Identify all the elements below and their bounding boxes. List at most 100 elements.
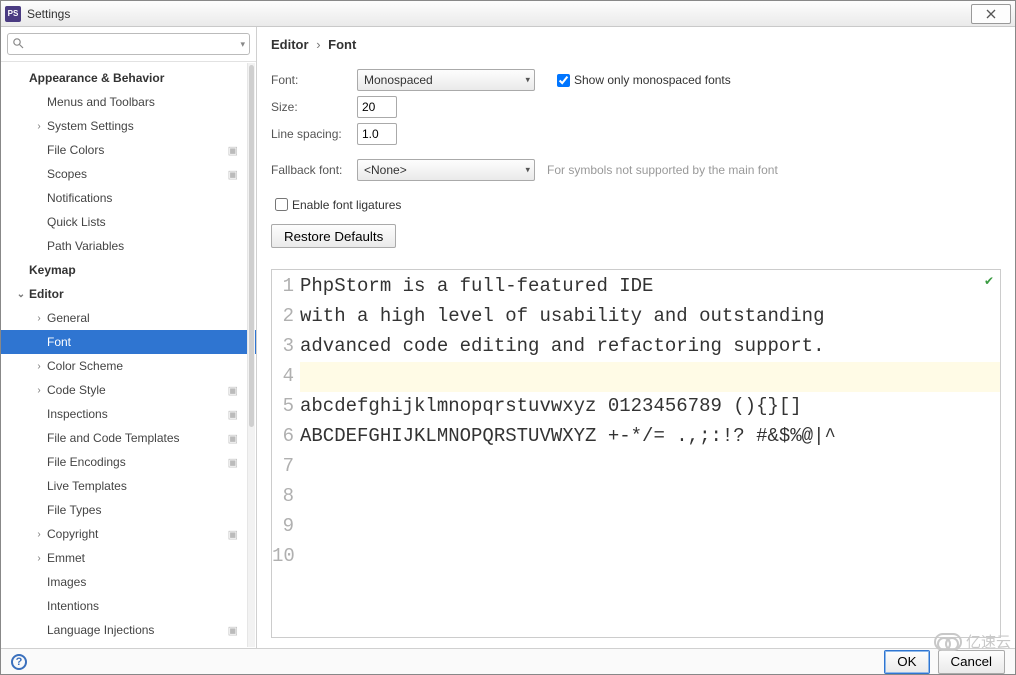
chevron-down-icon: ▾: [240, 39, 245, 50]
mono-only-checkbox[interactable]: [557, 74, 570, 87]
mono-checkbox-label[interactable]: Show only monospaced fonts: [553, 71, 731, 90]
chevron-right-icon: ›: [33, 121, 45, 132]
size-input[interactable]: [357, 96, 397, 118]
search-input[interactable]: [27, 36, 240, 52]
ligatures-checkbox[interactable]: [275, 198, 288, 211]
tree-item-path-variables[interactable]: ›Path Variables: [1, 234, 256, 258]
tree-scroll-thumb[interactable]: [249, 65, 254, 427]
gutter-line-number: 4: [272, 362, 294, 392]
tree-item-label: Notifications: [47, 191, 238, 205]
preview-line: advanced code editing and refactoring su…: [300, 332, 1000, 362]
preview-line: with a high level of usability and outst…: [300, 302, 1000, 332]
project-scope-icon: ▣: [228, 384, 238, 397]
close-icon: [985, 9, 997, 19]
preview-line: [300, 542, 1000, 572]
chevron-right-icon: ›: [33, 361, 45, 372]
tree-item-label: Editor: [29, 287, 238, 301]
preview-line: PhpStorm is a full-featured IDE: [300, 272, 1000, 302]
project-scope-icon: ▣: [228, 528, 238, 541]
tree-item-label: Quick Lists: [47, 215, 238, 229]
gutter-line-number: 9: [272, 512, 294, 542]
chevron-right-icon: ›: [33, 529, 45, 540]
preview-line: ABCDEFGHIJKLMNOPQRSTUVWXYZ +-*/= .,;:!? …: [300, 422, 1000, 452]
tree-item-emmet[interactable]: ›Emmet: [1, 546, 256, 570]
close-window-button[interactable]: [971, 4, 1011, 24]
tree-item-file-colors[interactable]: ›File Colors▣: [1, 138, 256, 162]
ligatures-text: Enable font ligatures: [292, 198, 401, 212]
line-spacing-input[interactable]: [357, 123, 397, 145]
settings-tree: ›Appearance & Behavior›Menus and Toolbar…: [1, 62, 256, 648]
project-scope-icon: ▣: [228, 456, 238, 469]
font-form: Font: Monospaced ▾ Show only monospaced …: [257, 60, 1015, 263]
tree-scrollbar[interactable]: [247, 63, 255, 647]
preview-lines[interactable]: PhpStorm is a full-featured IDEwith a hi…: [300, 270, 1000, 637]
restore-defaults-label: Restore Defaults: [284, 229, 383, 244]
tree-item-notifications[interactable]: ›Notifications: [1, 186, 256, 210]
tree-item-keymap[interactable]: ›Keymap: [1, 258, 256, 282]
mono-only-text: Show only monospaced fonts: [574, 73, 731, 87]
tree-item-images[interactable]: ›Images: [1, 570, 256, 594]
cancel-button[interactable]: Cancel: [938, 650, 1006, 674]
fallback-label: Fallback font:: [271, 163, 357, 177]
tree-item-language-injections[interactable]: ›Language Injections▣: [1, 618, 256, 642]
tree-item-label: Language Injections: [47, 623, 222, 637]
ok-button[interactable]: OK: [884, 650, 929, 674]
project-scope-icon: ▣: [228, 168, 238, 181]
tree-item-system-settings[interactable]: ›System Settings: [1, 114, 256, 138]
fallback-font-value: <None>: [364, 163, 407, 177]
fallback-font-select[interactable]: <None> ▾: [357, 159, 535, 181]
tree-item-color-scheme[interactable]: ›Color Scheme: [1, 354, 256, 378]
settings-window: PS Settings ▾ ›Appearance & Behavior›Men…: [0, 0, 1016, 675]
tree-item-intentions[interactable]: ›Intentions: [1, 594, 256, 618]
gutter-line-number: 5: [272, 392, 294, 422]
font-select-value: Monospaced: [364, 73, 433, 87]
tree-item-copyright[interactable]: ›Copyright ▣: [1, 522, 256, 546]
tree-item-scopes[interactable]: ›Scopes▣: [1, 162, 256, 186]
preview-line: [300, 452, 1000, 482]
tree-item-quick-lists[interactable]: ›Quick Lists: [1, 210, 256, 234]
tree-item-label: Images: [47, 575, 238, 589]
tree-item-file-and-code-templates[interactable]: ›File and Code Templates▣: [1, 426, 256, 450]
app-icon: PS: [5, 6, 21, 22]
preview-gutter: 12345678910: [272, 270, 300, 637]
tree-item-label: Font: [47, 335, 238, 349]
tree-item-font[interactable]: ›Font: [1, 330, 256, 354]
tree-item-live-templates[interactable]: ›Live Templates: [1, 474, 256, 498]
tree-item-label: File and Code Templates: [47, 431, 222, 445]
chevron-right-icon: ›: [33, 313, 45, 324]
checkmark-icon: ✔: [984, 274, 994, 288]
restore-defaults-button[interactable]: Restore Defaults: [271, 224, 396, 248]
gutter-line-number: 6: [272, 422, 294, 452]
breadcrumb-leaf: Font: [328, 37, 356, 52]
chevron-down-icon: ▾: [525, 165, 530, 176]
size-label: Size:: [271, 100, 357, 114]
tree-item-label: File Colors: [47, 143, 222, 157]
tree-item-label: Emmet: [47, 551, 238, 565]
tree-item-appearance-behavior[interactable]: ›Appearance & Behavior: [1, 66, 256, 90]
gutter-line-number: 1: [272, 272, 294, 302]
tree-item-label: Color Scheme: [47, 359, 238, 373]
tree-item-editor[interactable]: ⌄Editor: [1, 282, 256, 306]
tree-item-file-encodings[interactable]: ›File Encodings▣: [1, 450, 256, 474]
font-select[interactable]: Monospaced ▾: [357, 69, 535, 91]
chevron-down-icon: ⌄: [15, 289, 27, 300]
help-icon[interactable]: ?: [11, 654, 27, 670]
font-label: Font:: [271, 73, 357, 87]
tree-item-label: Keymap: [29, 263, 238, 277]
tree-item-label: Copyright: [47, 527, 222, 541]
ligatures-checkbox-label[interactable]: Enable font ligatures: [271, 195, 401, 214]
tree-item-code-style[interactable]: ›Code Style▣: [1, 378, 256, 402]
ok-label: OK: [897, 654, 916, 669]
titlebar: PS Settings: [1, 1, 1015, 27]
tree-item-label: System Settings: [47, 119, 238, 133]
tree-item-label: Intentions: [47, 599, 238, 613]
tree-item-menus-and-toolbars[interactable]: ›Menus and Toolbars: [1, 90, 256, 114]
tree-item-file-types[interactable]: ›File Types: [1, 498, 256, 522]
tree-item-inspections[interactable]: ›Inspections▣: [1, 402, 256, 426]
tree-item-general[interactable]: ›General: [1, 306, 256, 330]
chevron-right-icon: ›: [33, 553, 45, 564]
chevron-down-icon: ▾: [525, 75, 530, 86]
search-box[interactable]: ▾: [7, 33, 250, 55]
dialog-footer: ? OK Cancel: [1, 648, 1015, 674]
tree-item-label: Menus and Toolbars: [47, 95, 238, 109]
